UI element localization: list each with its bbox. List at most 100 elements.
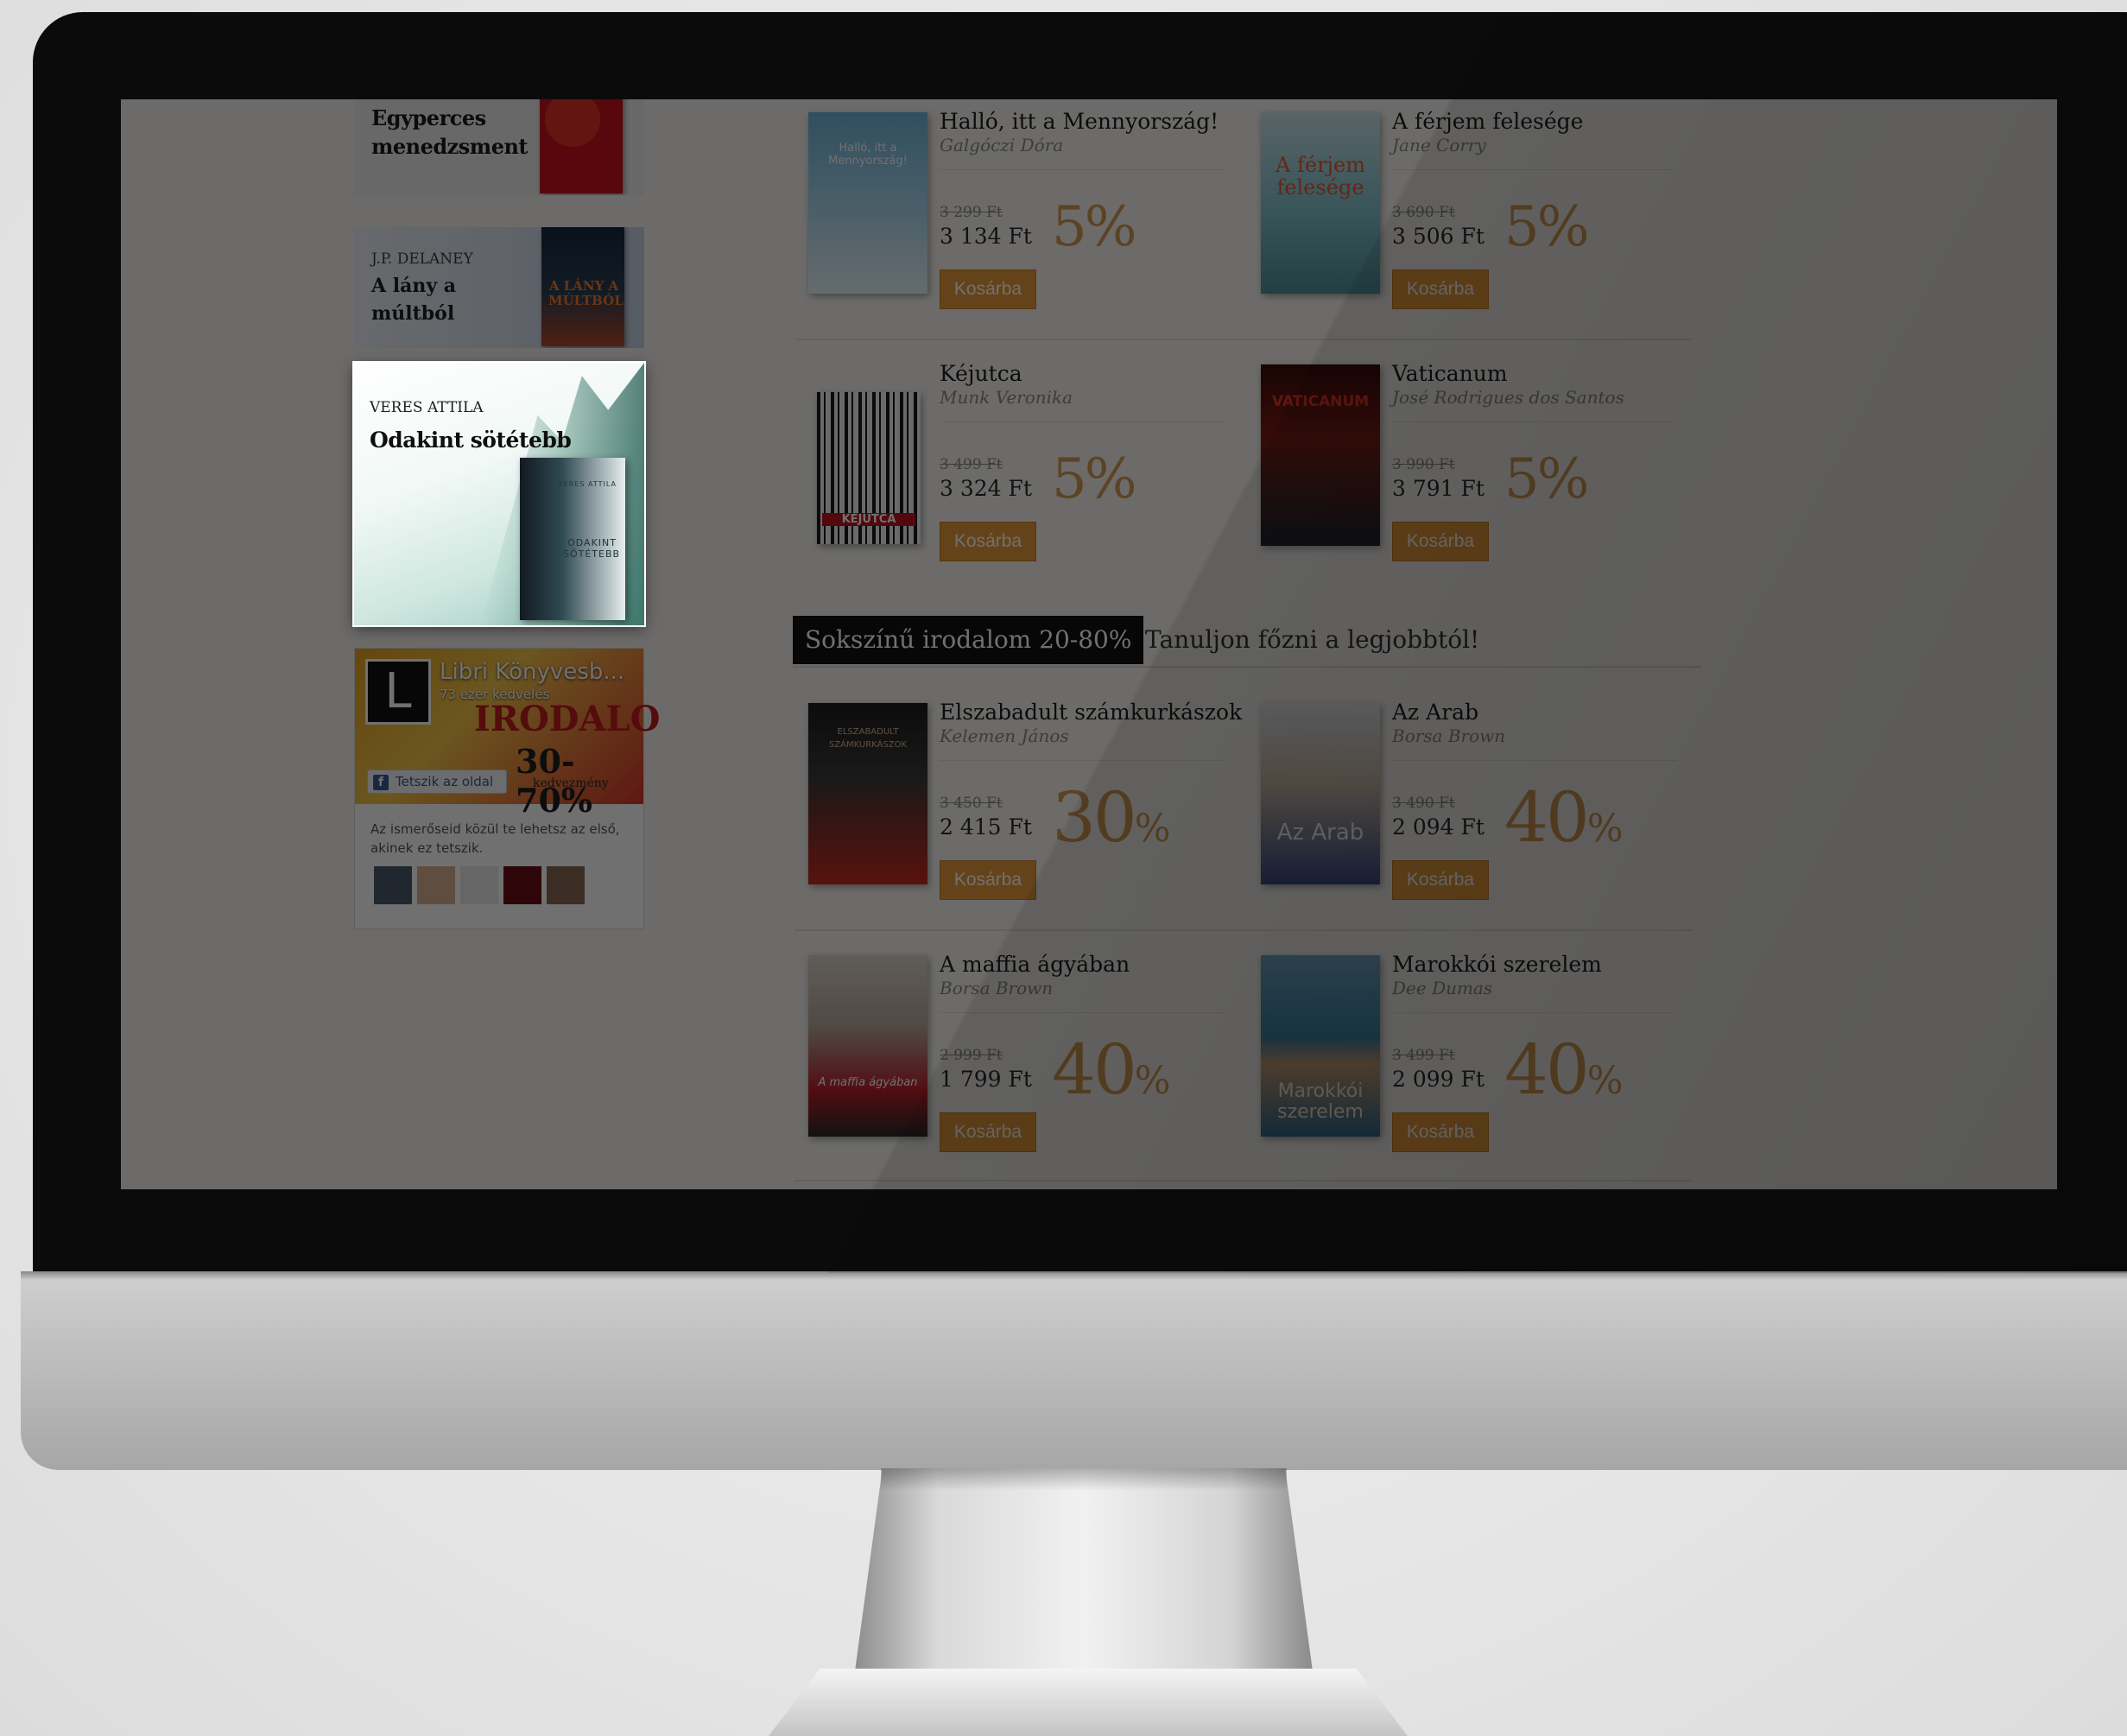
avatar[interactable] [547, 866, 585, 904]
cover-title: KÉJUTCA [822, 513, 915, 526]
old-price: 3 299 Ft [940, 204, 1003, 221]
percent-sign: % [1134, 1059, 1171, 1103]
product-card: A férjem felesége A férjem felesége Jane… [1245, 100, 1677, 342]
product-card: VATICANUM Vaticanum José Rodrigues dos S… [1245, 352, 1677, 594]
monitor-stand-neck [855, 1468, 1313, 1671]
product-title[interactable]: A maffia ágyában [940, 952, 1233, 977]
facebook-friends-text: Az ismerőseid közül te lehetsz az első, … [370, 821, 620, 856]
cover-author: VERES ATTILA [558, 480, 617, 488]
book-cover-image[interactable]: Halló, itt a Mennyország! [808, 112, 927, 294]
tab-sokszinu-irodalom[interactable]: Sokszínű irodalom 20-80% [793, 616, 1144, 664]
discount-value: 40 [1504, 777, 1590, 858]
percent-sign: % [1586, 1059, 1624, 1103]
product-title[interactable]: Elszabadult számkurkászok [940, 700, 1242, 725]
discount-badge: 5% [1504, 195, 1590, 259]
old-price: 2 999 Ft [940, 1047, 1003, 1064]
facebook-page-name[interactable]: Libri Könyvesb... [440, 659, 624, 685]
old-price: 3 490 Ft [1392, 795, 1455, 812]
product-title[interactable]: A férjem felesége [1392, 109, 1686, 134]
tab-underline [793, 666, 1701, 668]
row-divider [794, 339, 1693, 340]
discount-badge: 40% [1052, 1030, 1171, 1110]
avatar[interactable] [503, 866, 541, 904]
monitor-chin [21, 1271, 2127, 1470]
product-card: Halló, itt a Mennyország! Halló, itt a M… [793, 100, 1225, 342]
new-price: 3 791 Ft [1392, 476, 1484, 501]
divider [940, 169, 1225, 170]
add-to-cart-button[interactable]: Kosárba [940, 1112, 1036, 1152]
avatar[interactable] [417, 866, 455, 904]
monitor-stand-foot [769, 1669, 1408, 1736]
product-title[interactable]: Marokkói szerelem [1392, 952, 1686, 977]
product-author[interactable]: Kelemen János [940, 725, 1069, 746]
old-price: 3 499 Ft [1392, 1047, 1455, 1064]
section-tabs: Sokszínű irodalom 20-80% Tanuljon főzni … [793, 616, 1701, 668]
facebook-avatars [374, 866, 585, 904]
egyperces-menedzsment-banner[interactable]: Egyperces menedzsment [354, 99, 644, 195]
product-author[interactable]: José Rodrigues dos Santos [1392, 387, 1624, 408]
cover-title: ELSZABADULT SZÁMKURKÁSZOK [828, 727, 908, 750]
libri-logo: L [365, 659, 431, 725]
discount-badge: 5% [1052, 195, 1137, 259]
book-cover-image[interactable]: Az Arab [1261, 703, 1380, 884]
old-price: 3 450 Ft [940, 795, 1003, 812]
cover-title: Az Arab [1276, 820, 1364, 846]
book-cover-image[interactable]: KÉJUTCA [817, 392, 921, 544]
book-cover-image[interactable]: Marokkói szerelem [1261, 955, 1380, 1137]
product-author[interactable]: Borsa Brown [940, 978, 1053, 998]
lany-a-multbol-banner[interactable]: J.P. DELANEY A lány a múltból A LÁNY A M… [354, 227, 644, 348]
facebook-cover-image[interactable]: L Libri Könyvesb... 73 ezer kedvelés IRO… [355, 649, 661, 820]
add-to-cart-button[interactable]: Kosárba [1392, 269, 1489, 309]
avatar[interactable] [460, 866, 498, 904]
product-title[interactable]: Halló, itt a Mennyország! [940, 109, 1233, 134]
cover-title: A maffia ágyában [818, 1076, 918, 1089]
book-cover-image[interactable]: ELSZABADULT SZÁMKURKÁSZOK [808, 703, 927, 884]
add-to-cart-button[interactable]: Kosárba [1392, 860, 1489, 900]
divider [1392, 1012, 1677, 1013]
book-cover-image[interactable]: VATICANUM [1261, 364, 1380, 546]
book-cover-image[interactable]: A maffia ágyában [808, 955, 927, 1137]
percent-sign: % [1134, 807, 1171, 851]
product-title[interactable]: Vaticanum [1392, 361, 1686, 386]
tab-tanuljon-fozni[interactable]: Tanuljon főzni a legjobbtól! [1145, 616, 1479, 664]
discount-badge: 40% [1504, 1030, 1624, 1110]
book-cover-image: VERES ATTILA ODAKINT SÖTÉTEBB [520, 458, 625, 620]
add-to-cart-button[interactable]: Kosárba [940, 860, 1036, 900]
new-price: 1 799 Ft [940, 1067, 1032, 1092]
banner-author: J.P. DELANEY [371, 250, 473, 268]
discount-badge: 40% [1504, 777, 1624, 858]
book-cover-image[interactable]: A férjem felesége [1261, 112, 1380, 294]
product-author[interactable]: Dee Dumas [1392, 978, 1492, 998]
facebook-like-button[interactable]: f Tetszik az oldal [367, 770, 507, 794]
product-card: KÉJUTCA Kéjutca Munk Veronika 3 499 Ft 3… [793, 352, 1225, 594]
percent-sign: % [1586, 807, 1624, 851]
add-to-cart-button[interactable]: Kosárba [940, 269, 1036, 309]
product-title[interactable]: Kéjutca [940, 361, 1233, 386]
chin-shadow [21, 1271, 2127, 1280]
new-price: 3 324 Ft [940, 476, 1032, 501]
product-author[interactable]: Borsa Brown [1392, 725, 1505, 746]
product-author[interactable]: Galgóczi Dóra [940, 135, 1063, 155]
cover-title: VATICANUM [1271, 393, 1370, 410]
discount-badge: 5% [1504, 447, 1590, 511]
banner-title: Odakint sötétebb [370, 428, 572, 453]
new-price: 3 506 Ft [1392, 224, 1484, 249]
new-price: 2 415 Ft [940, 814, 1032, 839]
stand-shadow [881, 1468, 1287, 1491]
discount-badge: 5% [1052, 447, 1137, 511]
old-price: 3 990 Ft [1392, 456, 1455, 473]
product-title[interactable]: Az Arab [1392, 700, 1686, 725]
scene: sorozat Egyperces menedzsment J.P. DELAN… [0, 0, 2127, 1736]
discount-value: 30 [1052, 777, 1137, 858]
add-to-cart-button[interactable]: Kosárba [940, 522, 1036, 561]
old-price: 3 499 Ft [940, 456, 1003, 473]
avatar[interactable] [374, 866, 412, 904]
add-to-cart-button[interactable]: Kosárba [1392, 522, 1489, 561]
cover-title: A LÁNY A MÚLTBÓL [548, 278, 624, 308]
product-author[interactable]: Jane Corry [1392, 135, 1486, 155]
banner-title: A lány a múltból [371, 275, 457, 325]
product-author[interactable]: Munk Veronika [940, 387, 1073, 408]
add-to-cart-button[interactable]: Kosárba [1392, 1112, 1489, 1152]
like-button-label: Tetszik az oldal [396, 774, 494, 789]
odakint-sotetebb-banner[interactable]: VERES ATTILA Odakint sötétebb VERES ATTI… [354, 363, 644, 625]
